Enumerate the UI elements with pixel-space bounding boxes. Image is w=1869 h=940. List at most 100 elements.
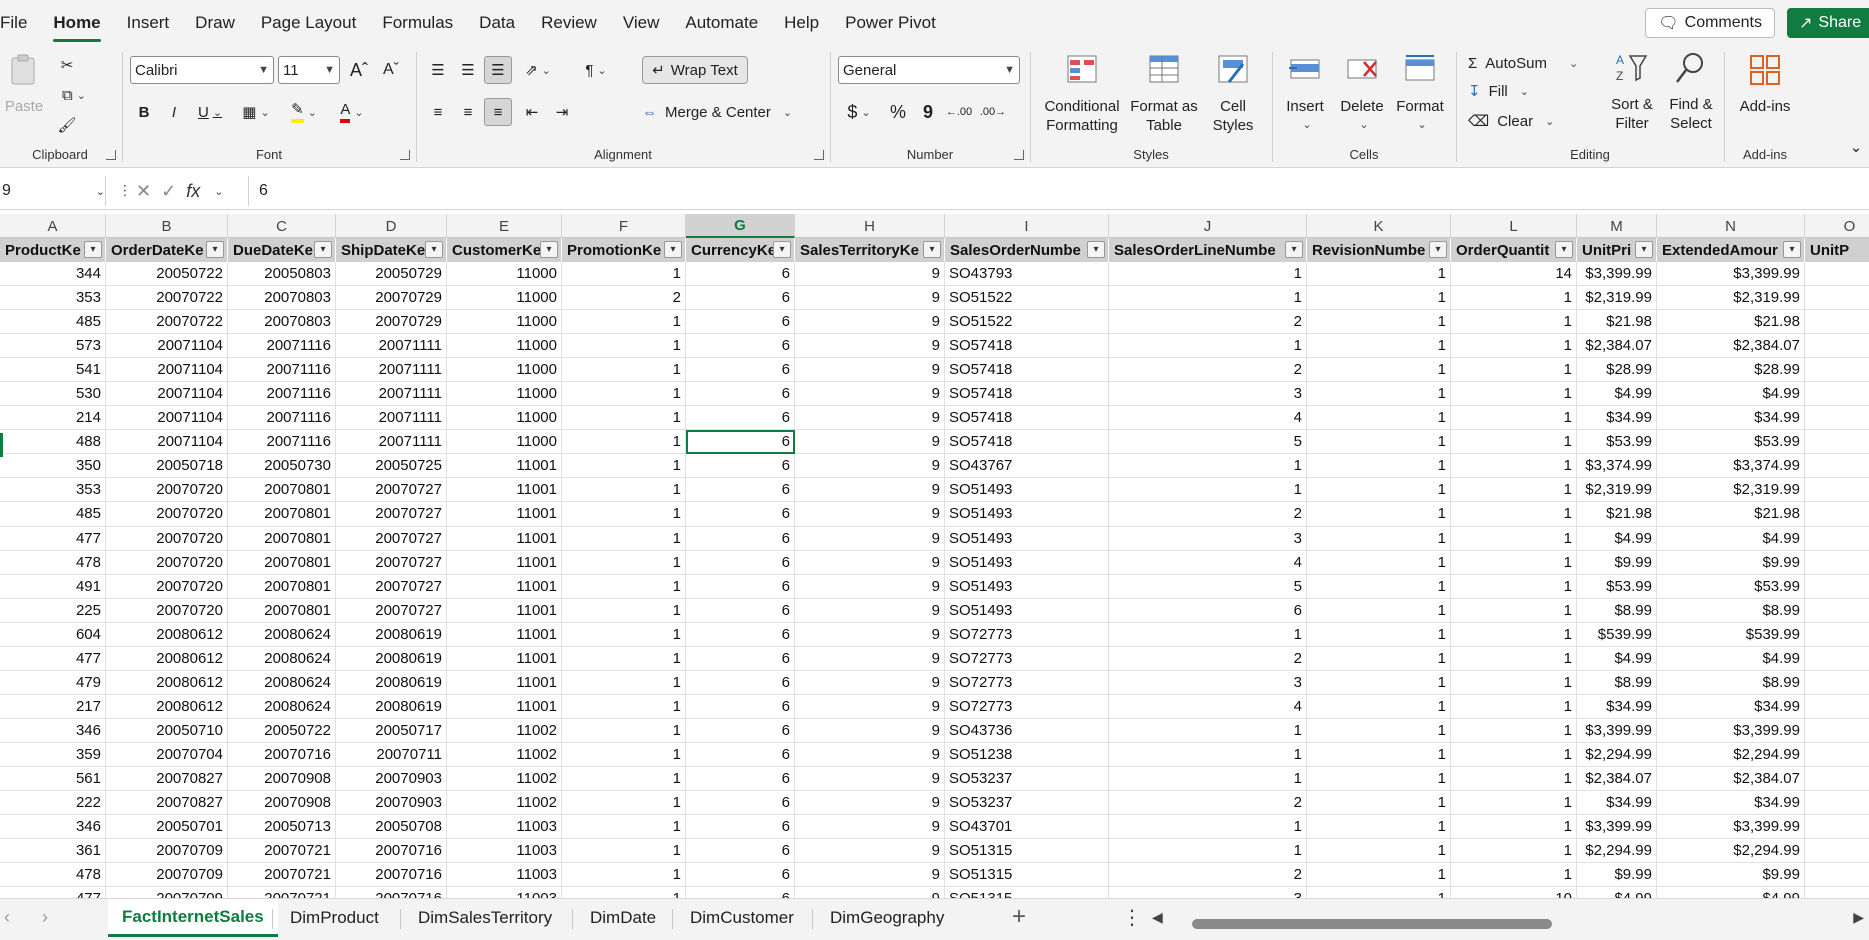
table-cell[interactable]: 1: [1307, 526, 1451, 551]
table-cell[interactable]: $3,399.99: [1657, 815, 1805, 840]
table-cell[interactable]: $21.98: [1577, 502, 1657, 527]
table-cell[interactable]: 6: [686, 574, 795, 599]
table-cell[interactable]: [1805, 454, 1869, 479]
table-cell[interactable]: 20070827: [106, 766, 228, 792]
table-cell[interactable]: 1: [562, 694, 686, 719]
tab-draw[interactable]: Draw: [182, 0, 248, 46]
table-cell[interactable]: 1: [562, 574, 686, 599]
table-cell[interactable]: 20050722: [106, 262, 228, 287]
table-cell[interactable]: 1: [1451, 815, 1577, 840]
table-cell[interactable]: 1: [1307, 791, 1451, 816]
tab-automate[interactable]: Automate: [672, 0, 771, 46]
column-header-m[interactable]: M: [1577, 214, 1657, 238]
align-top-button[interactable]: ☰: [424, 56, 452, 84]
header-cell[interactable]: RevisionNumbe ▾: [1307, 238, 1451, 262]
font-color-button[interactable]: A ⌄: [330, 98, 374, 126]
conditional-formatting-button[interactable]: Conditional Formatting: [1040, 52, 1124, 135]
table-cell[interactable]: 20070716: [228, 742, 336, 767]
table-cell[interactable]: $28.99: [1657, 358, 1805, 383]
header-cell[interactable]: DueDateKe ▾: [228, 238, 336, 262]
table-cell[interactable]: 1: [562, 815, 686, 840]
table-cell[interactable]: 1: [562, 550, 686, 575]
table-cell[interactable]: 6: [686, 887, 795, 898]
table-cell[interactable]: 4: [1109, 406, 1307, 431]
table-cell[interactable]: 1: [1307, 406, 1451, 431]
filter-dropdown-icon[interactable]: ▾: [314, 241, 332, 258]
table-cell[interactable]: 20050729: [336, 262, 447, 287]
format-cells-button[interactable]: Format ⌄: [1392, 52, 1448, 135]
table-cell[interactable]: 6: [686, 646, 795, 671]
table-cell[interactable]: $21.98: [1657, 502, 1805, 527]
copy-button[interactable]: ⧉ ⌄: [54, 82, 94, 108]
column-header-i[interactable]: I: [945, 214, 1109, 238]
table-cell[interactable]: $34.99: [1577, 791, 1657, 816]
header-cell[interactable]: SalesOrderLineNumbe ▾: [1109, 238, 1307, 262]
table-cell[interactable]: 9: [795, 598, 945, 623]
align-left-button[interactable]: ≡: [424, 98, 452, 126]
table-cell[interactable]: 477: [0, 526, 106, 551]
table-cell[interactable]: 485: [0, 310, 106, 335]
filter-dropdown-icon[interactable]: ▾: [1087, 241, 1105, 258]
addins-button[interactable]: Add-ins: [1730, 52, 1800, 116]
comma-button[interactable]: 9: [916, 98, 940, 126]
table-cell[interactable]: 9: [795, 670, 945, 695]
table-cell[interactable]: $2,384.07: [1657, 334, 1805, 359]
table-cell[interactable]: $4.99: [1577, 526, 1657, 551]
table-cell[interactable]: $2,294.99: [1577, 742, 1657, 767]
filter-dropdown-icon[interactable]: ▾: [1635, 241, 1653, 258]
table-cell[interactable]: 217: [0, 694, 106, 719]
table-cell[interactable]: $2,319.99: [1657, 286, 1805, 311]
header-cell[interactable]: ProductKe ▾: [0, 238, 106, 262]
table-cell[interactable]: 3: [1109, 670, 1307, 695]
ribbon-collapse-icon[interactable]: ⌄: [1847, 138, 1865, 156]
table-cell[interactable]: SO43736: [945, 718, 1109, 743]
table-cell[interactable]: 9: [795, 358, 945, 383]
table-cell[interactable]: 3: [1109, 382, 1307, 407]
table-cell[interactable]: 1: [562, 358, 686, 383]
column-header-f[interactable]: F: [562, 214, 686, 238]
table-cell[interactable]: 1: [1307, 742, 1451, 767]
table-cell[interactable]: 20050725: [336, 454, 447, 479]
table-cell[interactable]: 1: [1451, 502, 1577, 527]
column-header-g[interactable]: G: [686, 214, 795, 238]
table-cell[interactable]: SO51238: [945, 742, 1109, 767]
table-cell[interactable]: 1: [1307, 430, 1451, 455]
table-cell[interactable]: SO72773: [945, 670, 1109, 695]
header-cell[interactable]: CustomerKe ▾: [447, 238, 562, 262]
cell-styles-button[interactable]: Cell Styles: [1202, 52, 1264, 135]
tab-review[interactable]: Review: [528, 0, 610, 46]
table-cell[interactable]: 9: [795, 550, 945, 575]
table-cell[interactable]: $8.99: [1577, 670, 1657, 695]
table-cell[interactable]: 6: [686, 863, 795, 888]
table-cell[interactable]: 1: [1109, 286, 1307, 311]
table-cell[interactable]: 1: [1109, 766, 1307, 792]
table-cell[interactable]: 1: [1307, 262, 1451, 287]
table-cell[interactable]: 20071111: [336, 334, 447, 359]
table-cell[interactable]: 9: [795, 622, 945, 647]
table-cell[interactable]: 1: [562, 646, 686, 671]
increase-decimal-button[interactable]: ←.00: [944, 98, 974, 126]
header-cell[interactable]: ShipDateKe ▾: [336, 238, 447, 262]
column-header-c[interactable]: C: [228, 214, 336, 238]
table-cell[interactable]: 20070722: [106, 310, 228, 335]
header-cell[interactable]: OrderQuantit ▾: [1451, 238, 1577, 262]
table-cell[interactable]: SO43793: [945, 262, 1109, 287]
table-cell[interactable]: 20070801: [228, 526, 336, 551]
table-cell[interactable]: 20070803: [228, 310, 336, 335]
table-cell[interactable]: 11001: [447, 502, 562, 527]
table-cell[interactable]: 1: [1451, 622, 1577, 647]
table-cell[interactable]: 20070709: [106, 863, 228, 888]
number-format-select[interactable]: General ▼: [838, 56, 1020, 84]
table-cell[interactable]: 353: [0, 286, 106, 311]
align-center-button[interactable]: ≡: [454, 98, 482, 126]
table-cell[interactable]: SO57418: [945, 358, 1109, 383]
table-cell[interactable]: 20070720: [106, 478, 228, 503]
table-cell[interactable]: 1: [1307, 839, 1451, 864]
table-cell[interactable]: 11000: [447, 406, 562, 431]
table-cell[interactable]: 20070801: [228, 574, 336, 599]
table-cell[interactable]: 1: [562, 478, 686, 503]
table-cell[interactable]: 1: [1451, 839, 1577, 864]
tab-file[interactable]: File: [0, 0, 40, 46]
currency-button[interactable]: $ ⌄: [838, 98, 880, 126]
find-select-button[interactable]: Find & Select: [1662, 50, 1720, 133]
